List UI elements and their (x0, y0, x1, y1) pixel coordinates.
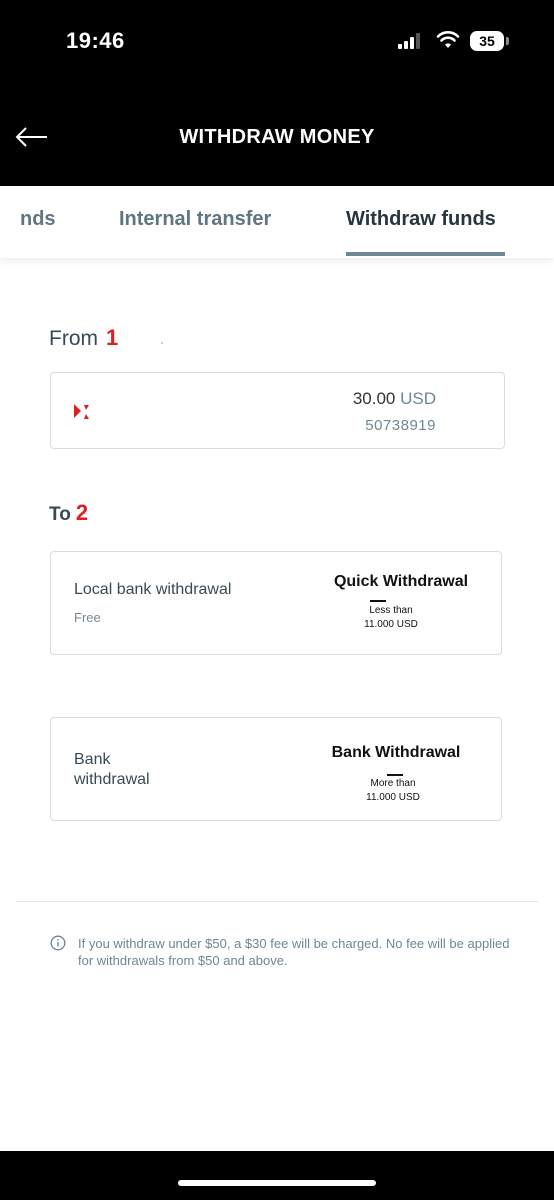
method-name: Local bank withdrawal (74, 581, 232, 598)
section-divider (16, 901, 538, 902)
to-label: To 2 (49, 500, 88, 526)
method-type: Quick Withdrawal (333, 573, 469, 590)
method-divider (387, 774, 403, 776)
brand-logo-icon (74, 404, 89, 419)
status-time: 19:46 (66, 28, 125, 53)
from-label: From 1 (49, 325, 118, 351)
method-limit-line1: Less than (369, 605, 413, 616)
status-bar: 19:46 35 (0, 0, 554, 90)
battery-nub (506, 37, 509, 45)
to-label-text: To (49, 504, 71, 525)
tab-withdraw-funds[interactable]: Withdraw funds (346, 208, 496, 231)
home-indicator-area (0, 1151, 554, 1200)
account-balance-currency: USD (400, 389, 436, 408)
method-limit-line1: More than (370, 778, 416, 789)
method-card-local-bank[interactable]: Local bank withdrawal Free Quick Withdra… (50, 551, 502, 655)
method-name: Bank withdrawal (74, 750, 150, 790)
decorative-dot (161, 342, 163, 344)
fee-notice: If you withdraw under $50, a $30 fee wil… (78, 936, 510, 968)
method-limit: More than 11.000 USD (323, 777, 463, 805)
active-tab-indicator (346, 252, 505, 256)
account-balance: 30.00 USD (353, 389, 436, 409)
tab-bar: nds Internal transfer Withdraw funds (0, 186, 554, 258)
info-circle-icon (50, 935, 66, 951)
step-number-2: 2 (75, 500, 89, 525)
from-account-card[interactable]: 30.00 USD 50738919 (50, 372, 505, 449)
method-limit-line2: 11.000 USD (366, 792, 420, 803)
method-limit: Less than 11.000 USD (321, 604, 461, 632)
method-card-bank[interactable]: Bank withdrawal Bank Withdrawal More tha… (50, 717, 502, 821)
method-limit-line2: 11.000 USD (364, 619, 418, 630)
method-name-line2: withdrawal (74, 771, 150, 788)
wifi-icon (436, 31, 460, 48)
signal-icon (398, 33, 424, 49)
account-number: 50738919 (365, 417, 436, 434)
tab-deposit-funds[interactable]: nds (20, 208, 56, 231)
account-balance-amount: 30.00 (352, 389, 396, 408)
page-title: WITHDRAW MONEY (179, 126, 375, 148)
step-number-1: 1 (106, 325, 119, 350)
method-type: Bank Withdrawal (331, 744, 461, 761)
from-label-text: From (49, 327, 98, 350)
battery-icon: 35 (470, 31, 504, 51)
method-fee: Free (74, 610, 101, 625)
home-indicator[interactable] (178, 1180, 376, 1186)
method-divider (370, 600, 386, 602)
method-name-line1: Bank (74, 751, 111, 768)
app-header: WITHDRAW MONEY (0, 90, 554, 186)
tab-internal-transfer[interactable]: Internal transfer (119, 208, 271, 231)
